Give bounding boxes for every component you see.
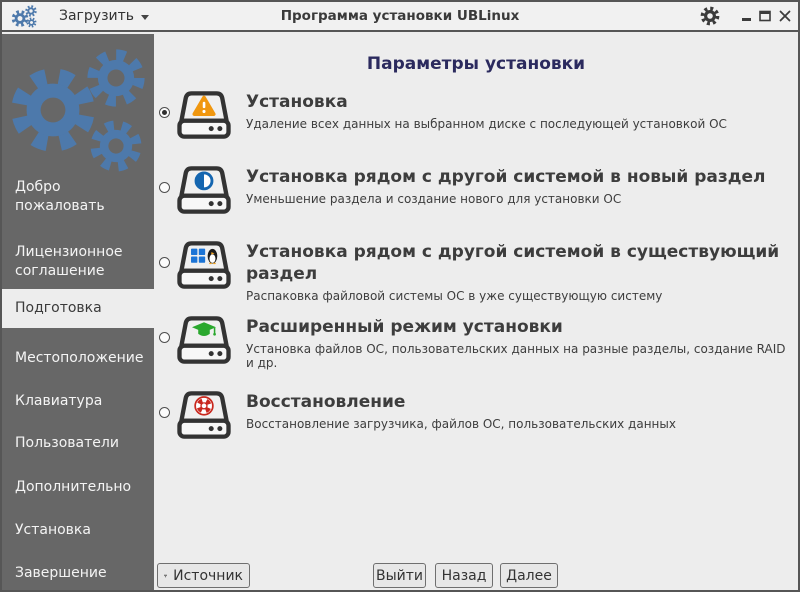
option-title: Установка	[246, 92, 348, 112]
option-title: Восстановление	[246, 392, 406, 412]
maximize-icon	[759, 10, 771, 22]
sidebar-item-installation[interactable]: Установка	[2, 519, 154, 542]
option-description: Установка файлов ОС, пользовательских да…	[246, 342, 786, 370]
settings-gear-icon[interactable]	[700, 6, 720, 26]
disk-erase-warning-icon	[175, 90, 233, 140]
radio-recovery[interactable]	[159, 407, 170, 418]
source-button[interactable]: Источник	[157, 563, 250, 588]
exit-button-label: Выйти	[376, 567, 424, 584]
disk-recovery-lifebuoy-icon	[175, 390, 233, 440]
radio-existing-partition[interactable]	[159, 257, 170, 268]
sidebar-item-preparation[interactable]: Подготовка	[2, 289, 154, 328]
network-source-icon	[164, 574, 168, 577]
sidebar-item-additional[interactable]: Дополнительно	[2, 476, 154, 499]
main-content: Параметры установки Установка Удаление в…	[154, 34, 798, 590]
option-description: Удаление всех данных на выбранном диске …	[246, 117, 727, 131]
source-button-label: Источник	[173, 567, 243, 584]
sidebar-item-finish[interactable]: Завершение	[2, 562, 154, 585]
option-description: Восстановление загрузчика, файлов ОС, по…	[246, 417, 676, 431]
radio-new-partition[interactable]	[159, 182, 170, 193]
option-title: Расширенный режим установки	[246, 317, 563, 337]
back-button[interactable]: Назад	[435, 563, 493, 588]
maximize-button[interactable]	[759, 10, 771, 22]
option-new-partition[interactable]: Установка рядом с другой системой в новы…	[156, 165, 794, 229]
option-existing-partition[interactable]: Установка рядом с другой системой в суще…	[156, 240, 794, 304]
radio-advanced-mode[interactable]	[159, 332, 170, 343]
page-title: Параметры установки	[366, 54, 586, 75]
disk-dualboot-windows-linux-icon	[175, 240, 233, 290]
app-gears-icon	[11, 5, 38, 28]
big-gears-logo	[2, 40, 154, 180]
window-title: Программа установки UBLinux	[280, 8, 520, 24]
next-button[interactable]: Далее	[500, 563, 558, 588]
minimize-icon	[742, 18, 751, 21]
close-button[interactable]	[779, 10, 791, 22]
chevron-down-icon	[141, 14, 150, 20]
sidebar-item-users[interactable]: Пользователи	[2, 432, 154, 455]
back-button-label: Назад	[441, 567, 487, 584]
sidebar-item-location[interactable]: Местоположение	[2, 347, 154, 370]
sidebar-item-license[interactable]: Лицензионное соглашение	[2, 241, 154, 282]
sidebar-item-keyboard[interactable]: Клавиатура	[2, 390, 154, 413]
option-recovery[interactable]: Восстановление Восстановление загрузчика…	[156, 390, 794, 454]
radio-install[interactable]	[159, 107, 170, 118]
option-title: Установка рядом с другой системой в новы…	[246, 167, 766, 187]
load-dropdown-label: Загрузить	[59, 8, 135, 24]
option-advanced-mode[interactable]: Расширенный режим установки Установка фа…	[156, 315, 794, 379]
next-button-label: Далее	[506, 567, 552, 584]
option-description: Распаковка файловой системы ОС в уже сущ…	[246, 289, 663, 303]
sidebar: Добро пожаловать Лицензионное соглашение…	[2, 34, 154, 590]
option-title: Установка рядом с другой системой в суще…	[246, 242, 780, 284]
installer-window: Загрузить Программа установки UBLinux До…	[0, 0, 800, 592]
disk-shrink-partition-icon	[175, 165, 233, 215]
load-dropdown-button[interactable]: Загрузить	[59, 8, 150, 24]
close-icon	[779, 10, 791, 22]
option-install[interactable]: Установка Удаление всех данных на выбран…	[156, 90, 794, 154]
minimize-button[interactable]	[742, 11, 751, 21]
titlebar: Загрузить Программа установки UBLinux	[2, 2, 798, 32]
disk-advanced-graduate-icon	[175, 315, 233, 365]
exit-button[interactable]: Выйти	[373, 563, 426, 588]
option-description: Уменьшение раздела и создание нового для…	[246, 192, 622, 206]
sidebar-item-welcome[interactable]: Добро пожаловать	[2, 176, 154, 217]
